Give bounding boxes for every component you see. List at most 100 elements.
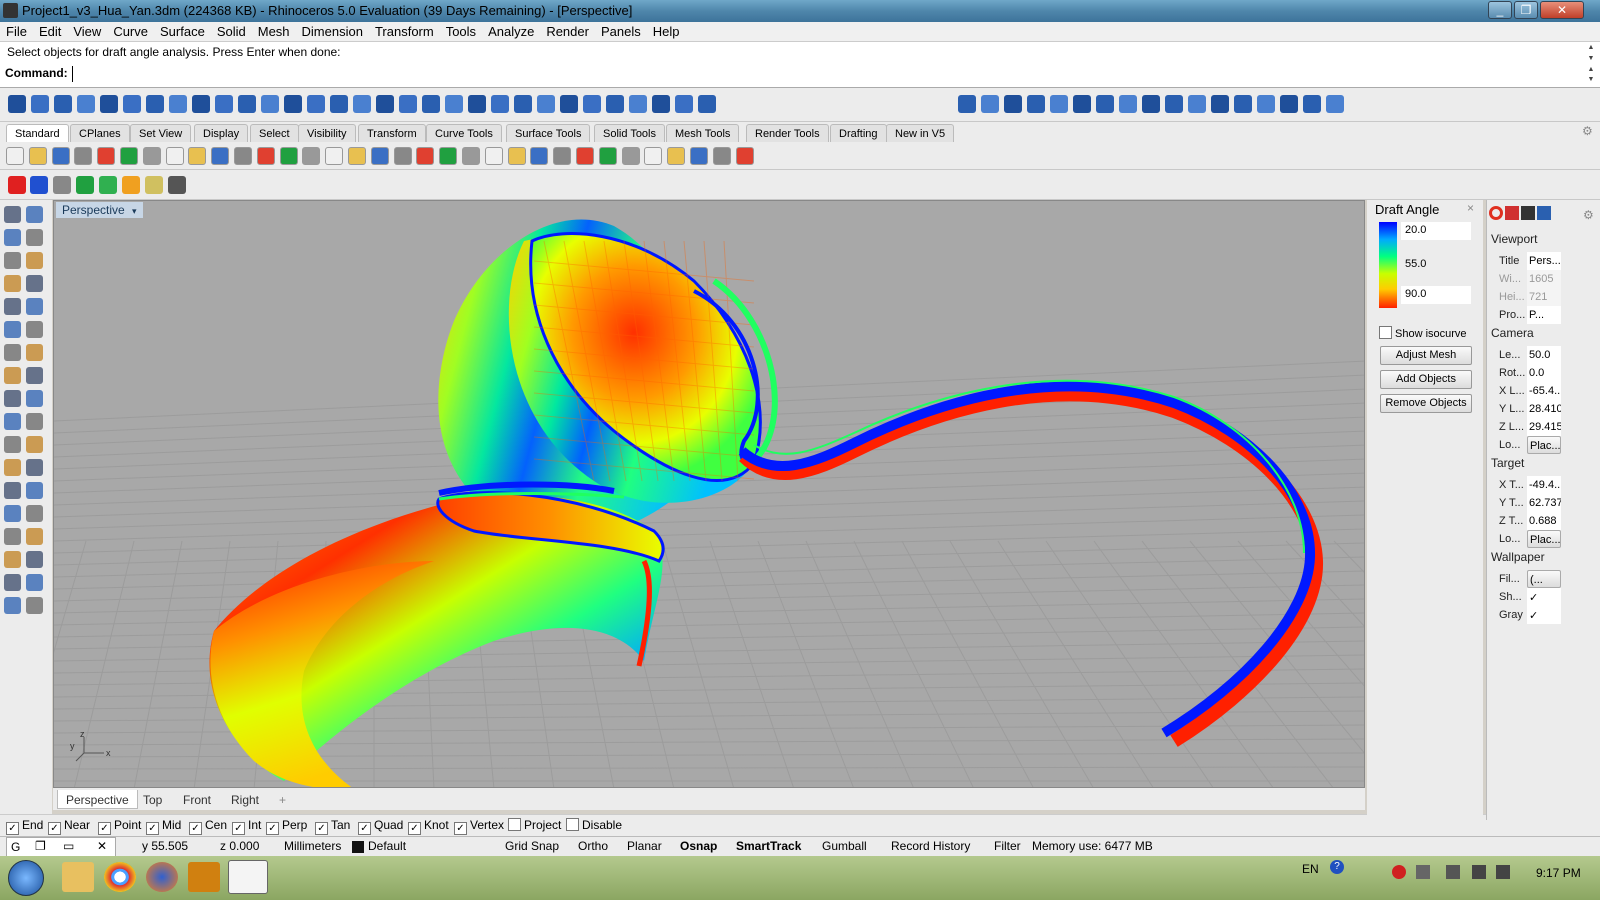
tab-front[interactable]: Front <box>175 790 219 809</box>
left-tool-23-icon[interactable] <box>4 459 21 476</box>
tab-perspective[interactable]: Perspective <box>57 790 138 809</box>
window-restore-icon[interactable]: ❐ <box>35 839 46 853</box>
language-indicator[interactable]: EN <box>1302 862 1319 876</box>
network-icon[interactable] <box>1472 865 1486 879</box>
primitive-tool-13-icon[interactable] <box>1234 95 1252 113</box>
solid-tool-7-icon[interactable] <box>146 95 164 113</box>
menu-tools[interactable]: Tools <box>440 22 482 39</box>
left-tool-14-icon[interactable] <box>26 344 43 361</box>
rhino-taskbar-icon[interactable] <box>228 860 268 894</box>
camera-prop-value[interactable]: 50.0 <box>1527 346 1561 364</box>
primitive-tool-14-icon[interactable] <box>1257 95 1275 113</box>
camera-prop-value[interactable]: 0.0 <box>1527 364 1561 382</box>
osnap-perp[interactable]: ✓ Perp <box>266 818 307 835</box>
start-button-icon[interactable] <box>8 860 44 896</box>
clock[interactable]: 9:17 PM <box>1536 866 1581 880</box>
menu-mesh[interactable]: Mesh <box>252 22 296 39</box>
standard-tool-15-icon[interactable] <box>325 147 343 165</box>
solid-tool-31-icon[interactable] <box>698 95 716 113</box>
left-tool-2-icon[interactable] <box>26 206 43 223</box>
osnap-tan[interactable]: ✓ Tan <box>315 818 350 835</box>
left-tool-30-icon[interactable] <box>26 528 43 545</box>
left-tool-5-icon[interactable] <box>4 252 21 269</box>
primitive-tool-1-icon[interactable] <box>958 95 976 113</box>
standard-tool-30-icon[interactable] <box>667 147 685 165</box>
left-tool-4-icon[interactable] <box>26 229 43 246</box>
panel-close-icon[interactable]: × <box>1467 201 1474 215</box>
tab-solid-tools[interactable]: Solid Tools <box>594 124 665 142</box>
primitive-tool-6-icon[interactable] <box>1073 95 1091 113</box>
menu-analyze[interactable]: Analyze <box>482 22 540 39</box>
left-tool-24-icon[interactable] <box>26 459 43 476</box>
cplane-widget[interactable]: G ❐ ▭ ✕ <box>6 837 116 857</box>
left-tool-28-icon[interactable] <box>26 505 43 522</box>
app-taskbar-icon[interactable] <box>188 862 220 892</box>
solid-tool-8-icon[interactable] <box>169 95 187 113</box>
tab-cplanes[interactable]: CPlanes <box>70 124 130 142</box>
standard-tool-5-icon[interactable] <box>97 147 115 165</box>
osnap-project[interactable]: Project <box>508 818 561 832</box>
maximize-button[interactable]: ❐ <box>1514 1 1538 19</box>
solid-tool-16-icon[interactable] <box>353 95 371 113</box>
primitive-tool-11-icon[interactable] <box>1188 95 1206 113</box>
standard-tool-31-icon[interactable] <box>690 147 708 165</box>
explorer-taskbar-icon[interactable] <box>62 862 94 892</box>
standard-tool-27-icon[interactable] <box>599 147 617 165</box>
solid-tool-30-icon[interactable] <box>675 95 693 113</box>
tab-set-view[interactable]: Set View <box>130 124 192 142</box>
close-icon[interactable]: ✕ <box>97 839 107 853</box>
menu-solid[interactable]: Solid <box>211 22 252 39</box>
scroll-up-icon[interactable]: ▲ <box>1585 44 1597 54</box>
ortho-toggle[interactable]: Ortho <box>578 839 608 853</box>
standard-tool-19-icon[interactable] <box>416 147 434 165</box>
primitive-tool-2-icon[interactable] <box>981 95 999 113</box>
minimize-button[interactable]: _ <box>1488 1 1512 19</box>
left-tool-32-icon[interactable] <box>26 551 43 568</box>
left-tool-11-icon[interactable] <box>4 321 21 338</box>
gumball-toggle[interactable]: Gumball <box>822 839 867 853</box>
left-tool-8-icon[interactable] <box>26 275 43 292</box>
standard-tool-11-icon[interactable] <box>234 147 252 165</box>
left-tool-16-icon[interactable] <box>26 367 43 384</box>
primitive-tool-17-icon[interactable] <box>1326 95 1344 113</box>
standard-tool-32-icon[interactable] <box>713 147 731 165</box>
standard-tool-22-icon[interactable] <box>485 147 503 165</box>
standard-tool-17-icon[interactable] <box>371 147 389 165</box>
left-tool-36-icon[interactable] <box>26 597 43 614</box>
scroll-up-icon[interactable]: ▲ <box>1585 66 1597 76</box>
solid-tool-3-icon[interactable] <box>54 95 72 113</box>
primitive-tool-8-icon[interactable] <box>1119 95 1137 113</box>
viewport-canvas[interactable]: x z y <box>54 201 1365 788</box>
primitive-tool-12-icon[interactable] <box>1211 95 1229 113</box>
solid-tool-15-icon[interactable] <box>330 95 348 113</box>
scroll-down-icon[interactable]: ▼ <box>1585 55 1597 65</box>
primitive-tool-5-icon[interactable] <box>1050 95 1068 113</box>
osnap-knot-checkbox[interactable]: ✓ <box>408 822 421 835</box>
draft-max-field[interactable]: 90.0 <box>1401 286 1471 304</box>
standard-tool-1-icon[interactable] <box>6 147 24 165</box>
solid-tool-6-icon[interactable] <box>123 95 141 113</box>
units-label[interactable]: Millimeters <box>284 839 341 853</box>
left-tool-31-icon[interactable] <box>4 551 21 568</box>
osnap-quad[interactable]: ✓ Quad <box>358 818 403 835</box>
solid-tool-25-icon[interactable] <box>560 95 578 113</box>
osnap-tan-checkbox[interactable]: ✓ <box>315 822 328 835</box>
standard-tool-3-icon[interactable] <box>52 147 70 165</box>
standard-tool-2-icon[interactable] <box>29 147 47 165</box>
osnap-point-checkbox[interactable]: ✓ <box>98 822 111 835</box>
command-input[interactable] <box>72 66 1572 82</box>
standard-tool-16-icon[interactable] <box>348 147 366 165</box>
osnap-vertex-checkbox[interactable]: ✓ <box>454 822 467 835</box>
standard-tool-9-icon[interactable] <box>188 147 206 165</box>
menu-dimension[interactable]: Dimension <box>296 22 369 39</box>
primitive-tool-16-icon[interactable] <box>1303 95 1321 113</box>
viewport-prop-value[interactable]: Pers... <box>1527 252 1561 270</box>
osnap-disable[interactable]: Disable <box>566 818 622 832</box>
target-prop-value[interactable]: -49.4... <box>1527 476 1561 494</box>
target-prop-value[interactable]: 0.688 <box>1527 512 1561 530</box>
solid-tool-10-icon[interactable] <box>215 95 233 113</box>
menu-curve[interactable]: Curve <box>107 22 154 39</box>
osnap-disable-checkbox[interactable] <box>566 818 579 831</box>
menu-help[interactable]: Help <box>647 22 686 39</box>
standard-tool-24-icon[interactable] <box>530 147 548 165</box>
